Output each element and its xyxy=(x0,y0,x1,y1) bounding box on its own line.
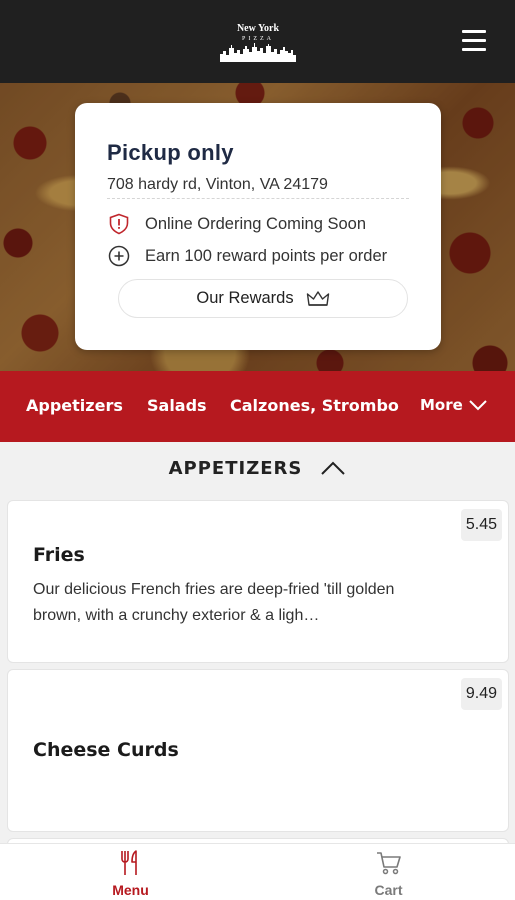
category-more-button[interactable]: More xyxy=(420,396,489,414)
tab-cart-label: Cart xyxy=(374,882,403,898)
category-tab-salads[interactable]: Salads xyxy=(147,396,207,415)
alert-shield-icon xyxy=(107,212,131,236)
item-name: Fries xyxy=(33,544,85,566)
hamburger-icon-line xyxy=(462,30,486,33)
section-title: APPETIZERS xyxy=(168,457,303,479)
category-tab-calzones[interactable]: Calzones, Strombo xyxy=(230,396,402,415)
tab-cart[interactable]: Cart xyxy=(260,844,515,900)
item-price: 9.49 xyxy=(460,678,502,710)
new-york-pizza-logo[interactable]: New York PIZZA xyxy=(220,22,296,64)
section-header-appetizers[interactable]: APPETIZERS xyxy=(0,442,515,494)
store-address[interactable]: 708 hardy rd, Vinton, VA 24179 xyxy=(107,176,328,194)
menu-item-card[interactable]: 9.49 Cheese Curds xyxy=(7,669,509,832)
fork-knife-icon xyxy=(119,850,143,876)
our-rewards-button[interactable]: Our Rewards xyxy=(118,279,408,318)
reward-points-text: Earn 100 reward points per order xyxy=(145,246,388,265)
app-screen: New York PIZZA Pickup only 708 hardy rd,… xyxy=(0,0,515,900)
top-bar: New York PIZZA xyxy=(0,0,515,83)
more-label: More xyxy=(420,396,463,414)
reward-points-info: Earn 100 reward points per order xyxy=(107,244,387,268)
divider xyxy=(107,198,409,199)
chevron-down-icon xyxy=(469,400,487,411)
our-rewards-label: Our Rewards xyxy=(196,289,294,307)
plus-circle-icon xyxy=(107,244,131,268)
tab-menu[interactable]: Menu xyxy=(2,844,259,900)
crown-icon xyxy=(306,290,330,308)
pickup-title: Pickup only xyxy=(107,140,234,165)
item-price: 5.45 xyxy=(460,509,502,541)
hamburger-icon-line xyxy=(462,39,486,42)
bottom-tab-bar: Menu Cart xyxy=(0,843,515,900)
cart-icon xyxy=(376,850,402,876)
skyline-icon xyxy=(220,43,296,62)
logo-title: New York xyxy=(236,23,280,34)
ordering-notice: Online Ordering Coming Soon xyxy=(107,212,366,236)
item-description: Our delicious French fries are deep-frie… xyxy=(33,581,395,624)
menu-item-card[interactable]: 5.45 Fries Our delicious French fries ar… xyxy=(7,500,509,663)
ordering-notice-text: Online Ordering Coming Soon xyxy=(145,214,367,233)
category-nav: Appetizers Salads Calzones, Strombo More xyxy=(0,371,515,442)
tab-menu-label: Menu xyxy=(112,882,149,898)
hamburger-menu-button[interactable] xyxy=(460,30,488,54)
hamburger-icon-line xyxy=(462,48,486,51)
chevron-up-icon xyxy=(321,461,346,475)
item-name: Cheese Curds xyxy=(33,739,179,761)
category-tab-appetizers[interactable]: Appetizers xyxy=(26,396,123,415)
store-info-card: Pickup only 708 hardy rd, Vinton, VA 241… xyxy=(75,103,441,350)
